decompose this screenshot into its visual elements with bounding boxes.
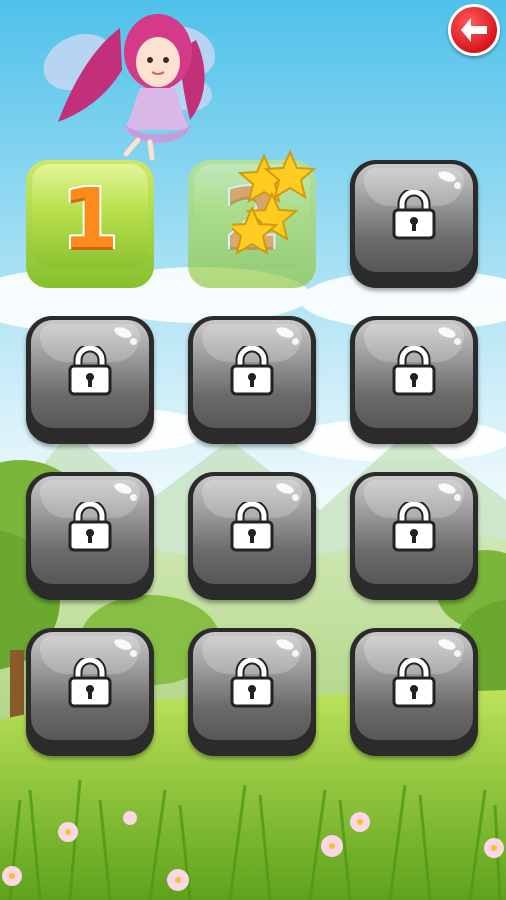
padlock-icon <box>230 502 274 552</box>
level-tile-3-locked[interactable] <box>350 160 478 288</box>
level-tile-8-locked[interactable] <box>188 472 316 600</box>
level-tile-4-locked[interactable] <box>26 316 154 444</box>
level-tile-10-locked[interactable] <box>26 628 154 756</box>
padlock-icon <box>68 658 112 708</box>
star-rating <box>232 149 317 256</box>
back-button[interactable] <box>448 4 500 56</box>
padlock-icon <box>392 190 436 240</box>
padlock-icon <box>230 346 274 396</box>
padlock-icon <box>392 346 436 396</box>
padlock-icon <box>68 346 112 396</box>
level-tile-5-locked[interactable] <box>188 316 316 444</box>
padlock-icon <box>68 502 112 552</box>
padlock-icon <box>392 502 436 552</box>
level-tile-1[interactable]: 1 <box>26 160 154 288</box>
level-tile-6-locked[interactable] <box>350 316 478 444</box>
padlock-icon <box>230 658 274 708</box>
background-scene <box>0 0 506 900</box>
level-tile-9-locked[interactable] <box>350 472 478 600</box>
padlock-icon <box>392 658 436 708</box>
level-tile-11-locked[interactable] <box>188 628 316 756</box>
back-arrow-icon <box>461 18 487 42</box>
level-tile-12-locked[interactable] <box>350 628 478 756</box>
level-tile-7-locked[interactable] <box>26 472 154 600</box>
level-number: 1 <box>59 170 120 269</box>
